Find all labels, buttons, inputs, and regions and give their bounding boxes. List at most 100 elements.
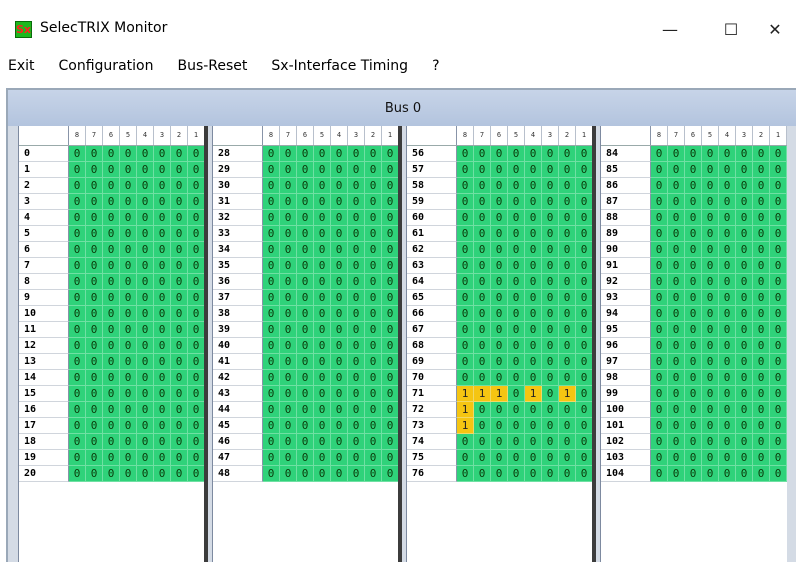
bit-cell[interactable]: 0 — [263, 338, 280, 354]
bit-cell[interactable]: 0 — [86, 146, 103, 162]
bit-cell[interactable]: 0 — [508, 242, 525, 258]
bit-cell[interactable]: 0 — [331, 306, 348, 322]
bit-cell[interactable]: 0 — [137, 226, 154, 242]
bit-cell[interactable]: 0 — [188, 402, 205, 418]
bit-cell[interactable]: 0 — [280, 274, 297, 290]
bit-cell[interactable]: 0 — [137, 370, 154, 386]
bit-cell[interactable]: 0 — [120, 194, 137, 210]
bit-cell[interactable]: 0 — [719, 242, 736, 258]
bit-cell[interactable]: 0 — [188, 322, 205, 338]
bit-cell[interactable]: 0 — [651, 306, 668, 322]
bit-cell[interactable]: 0 — [120, 274, 137, 290]
bit-cell[interactable]: 0 — [576, 290, 593, 306]
bit-cell[interactable]: 0 — [297, 466, 314, 482]
bit-cell[interactable]: 0 — [736, 386, 753, 402]
bit-cell[interactable]: 0 — [753, 210, 770, 226]
bit-cell[interactable]: 0 — [348, 322, 365, 338]
bit-cell[interactable]: 0 — [559, 210, 576, 226]
bit-cell[interactable]: 0 — [263, 290, 280, 306]
bit-cell[interactable]: 0 — [668, 306, 685, 322]
bit-cell[interactable]: 0 — [542, 322, 559, 338]
bit-cell[interactable]: 0 — [542, 210, 559, 226]
bit-cell[interactable]: 0 — [331, 178, 348, 194]
bit-cell[interactable]: 0 — [576, 226, 593, 242]
bit-cell[interactable]: 0 — [280, 434, 297, 450]
bit-cell[interactable]: 0 — [171, 338, 188, 354]
bit-cell[interactable]: 0 — [297, 242, 314, 258]
bit-cell[interactable]: 0 — [263, 306, 280, 322]
bit-cell[interactable]: 0 — [491, 210, 508, 226]
bit-cell[interactable]: 0 — [137, 386, 154, 402]
bit-cell[interactable]: 0 — [525, 242, 542, 258]
bit-cell[interactable]: 0 — [651, 162, 668, 178]
bit-cell[interactable]: 0 — [559, 354, 576, 370]
bit-cell[interactable]: 0 — [103, 450, 120, 466]
bit-cell[interactable]: 0 — [542, 306, 559, 322]
bit-cell[interactable]: 0 — [103, 354, 120, 370]
bit-cell[interactable]: 0 — [348, 290, 365, 306]
bit-cell[interactable]: 0 — [753, 162, 770, 178]
bit-cell[interactable]: 0 — [542, 450, 559, 466]
bit-cell[interactable]: 0 — [120, 162, 137, 178]
bit-cell[interactable]: 0 — [651, 322, 668, 338]
menu-configuration[interactable]: Configuration — [47, 50, 166, 82]
bit-cell[interactable]: 0 — [542, 418, 559, 434]
bit-cell[interactable]: 0 — [508, 450, 525, 466]
bit-cell[interactable]: 0 — [491, 322, 508, 338]
bit-cell[interactable]: 0 — [474, 306, 491, 322]
bit-cell[interactable]: 0 — [103, 306, 120, 322]
bit-cell[interactable]: 0 — [137, 354, 154, 370]
bit-cell[interactable]: 0 — [331, 194, 348, 210]
bit-cell[interactable]: 0 — [86, 466, 103, 482]
bit-cell[interactable]: 0 — [154, 210, 171, 226]
bit-cell[interactable]: 0 — [651, 418, 668, 434]
bit-cell[interactable]: 0 — [457, 434, 474, 450]
bit-cell[interactable]: 0 — [542, 162, 559, 178]
menu-bus-reset[interactable]: Bus-Reset — [165, 50, 259, 82]
bit-cell[interactable]: 0 — [576, 146, 593, 162]
bit-cell[interactable]: 0 — [685, 434, 702, 450]
bit-cell[interactable]: 0 — [508, 226, 525, 242]
bit-cell[interactable]: 0 — [120, 226, 137, 242]
bit-cell[interactable]: 0 — [154, 226, 171, 242]
bit-cell[interactable]: 0 — [525, 274, 542, 290]
bit-cell[interactable]: 0 — [668, 162, 685, 178]
bit-cell[interactable]: 0 — [770, 290, 787, 306]
bit-cell[interactable]: 0 — [86, 386, 103, 402]
bit-cell[interactable]: 0 — [491, 402, 508, 418]
bit-cell[interactable]: 0 — [719, 146, 736, 162]
bit-cell[interactable]: 0 — [770, 434, 787, 450]
bit-cell[interactable]: 0 — [753, 434, 770, 450]
bit-cell[interactable]: 0 — [491, 194, 508, 210]
bit-cell[interactable]: 0 — [719, 434, 736, 450]
bit-cell[interactable]: 0 — [736, 466, 753, 482]
maximize-button[interactable]: ☐ — [708, 14, 754, 44]
bit-cell[interactable]: 0 — [348, 418, 365, 434]
bit-cell[interactable]: 0 — [365, 274, 382, 290]
bit-cell[interactable]: 0 — [508, 210, 525, 226]
bit-cell[interactable]: 0 — [382, 450, 399, 466]
bit-cell[interactable]: 0 — [120, 306, 137, 322]
bit-cell[interactable]: 0 — [154, 162, 171, 178]
bit-cell[interactable]: 0 — [297, 386, 314, 402]
bit-cell[interactable]: 0 — [171, 322, 188, 338]
bit-cell[interactable]: 0 — [348, 338, 365, 354]
bit-cell[interactable]: 0 — [382, 162, 399, 178]
bit-cell[interactable]: 0 — [69, 338, 86, 354]
bit-cell[interactable]: 0 — [542, 194, 559, 210]
bit-cell[interactable]: 0 — [702, 194, 719, 210]
minimize-button[interactable]: — — [647, 14, 693, 44]
bit-cell[interactable]: 0 — [770, 354, 787, 370]
bit-cell[interactable]: 0 — [753, 322, 770, 338]
bit-cell[interactable]: 0 — [154, 290, 171, 306]
bit-cell[interactable]: 0 — [280, 354, 297, 370]
bit-cell[interactable]: 0 — [382, 194, 399, 210]
bit-cell[interactable]: 0 — [702, 290, 719, 306]
bit-cell[interactable]: 0 — [154, 402, 171, 418]
bit-cell[interactable]: 0 — [736, 162, 753, 178]
bit-cell[interactable]: 0 — [137, 402, 154, 418]
bit-cell[interactable]: 0 — [280, 226, 297, 242]
bit-cell[interactable]: 0 — [576, 322, 593, 338]
bit-cell[interactable]: 0 — [69, 466, 86, 482]
bit-cell[interactable]: 0 — [457, 242, 474, 258]
